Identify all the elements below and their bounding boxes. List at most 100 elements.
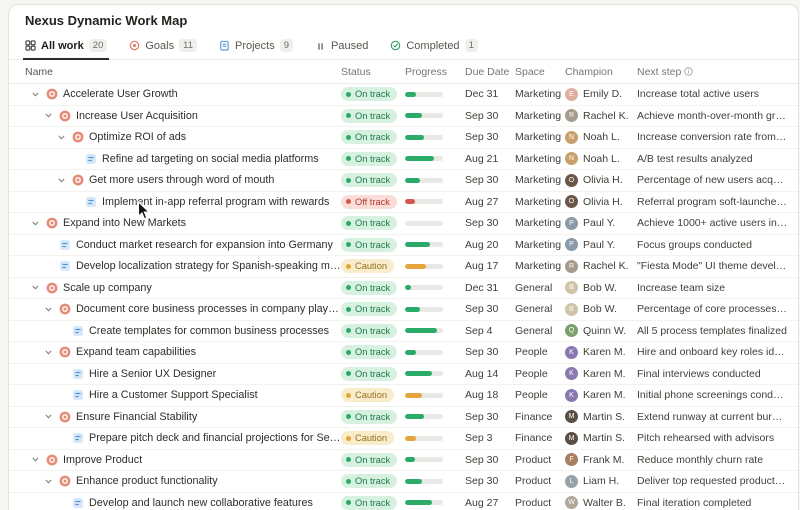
status-badge[interactable]: On track	[341, 453, 397, 467]
row-title[interactable]: Improve Product	[63, 454, 142, 466]
status-badge[interactable]: On track	[341, 302, 397, 316]
table-row[interactable]: Prepare pitch deck and financial project…	[9, 428, 798, 450]
due-date: Aug 27	[465, 196, 515, 208]
status-badge[interactable]: On track	[341, 216, 397, 230]
status-badge[interactable]: On track	[341, 173, 397, 187]
champion-name: Karen M.	[583, 368, 626, 380]
row-title[interactable]: Increase User Acquisition	[76, 110, 198, 122]
status-badge[interactable]: On track	[341, 130, 397, 144]
project-icon	[72, 432, 84, 444]
chevron-down-icon[interactable]	[56, 175, 67, 186]
tab-label: Paused	[331, 40, 368, 52]
status-cell: On track	[341, 496, 405, 510]
table-row[interactable]: Ensure Financial Stability On track Sep …	[9, 407, 798, 429]
status-badge[interactable]: Caution	[341, 259, 394, 273]
status-badge[interactable]: On track	[341, 410, 397, 424]
champion-cell: R Rachel K.	[565, 109, 637, 122]
chevron-down-icon[interactable]	[30, 89, 41, 100]
row-title[interactable]: Implement in-app referral program with r…	[102, 196, 329, 208]
tab-goals[interactable]: Goals11	[127, 36, 199, 60]
table-row[interactable]: Hire a Customer Support Specialist Cauti…	[9, 385, 798, 407]
table-row[interactable]: Implement in-app referral program with r…	[9, 192, 798, 214]
row-title[interactable]: Develop and launch new collaborative fea…	[89, 497, 313, 509]
table-row[interactable]: Conduct market research for expansion in…	[9, 235, 798, 257]
goal-icon	[59, 110, 71, 122]
row-title[interactable]: Accelerate User Growth	[63, 88, 178, 100]
avatar: Q	[565, 324, 578, 337]
status-badge[interactable]: Caution	[341, 388, 394, 402]
status-badge[interactable]: On track	[341, 109, 397, 123]
table-row[interactable]: Accelerate User Growth On track Dec 31 M…	[9, 84, 798, 106]
tab-projects[interactable]: Projects9	[217, 36, 295, 60]
row-title[interactable]: Prepare pitch deck and financial project…	[89, 432, 341, 444]
column-header-status: Status	[341, 66, 405, 78]
row-title[interactable]: Conduct market research for expansion in…	[76, 239, 333, 251]
table-row[interactable]: Scale up company On track Dec 31 General…	[9, 278, 798, 300]
progress-cell	[405, 285, 465, 290]
status-badge[interactable]: On track	[341, 281, 397, 295]
status-badge[interactable]: Caution	[341, 431, 394, 445]
champion-name: Rachel K.	[583, 260, 629, 272]
info-icon[interactable]	[684, 67, 693, 76]
status-badge[interactable]: On track	[341, 238, 397, 252]
row-title[interactable]: Expand into New Markets	[63, 217, 186, 229]
row-name-cell: Enhance product functionality	[25, 475, 341, 487]
next-step: Increase total active users	[637, 88, 788, 100]
table-row[interactable]: Enhance product functionality On track S…	[9, 471, 798, 493]
table-row[interactable]: Develop localization strategy for Spanis…	[9, 256, 798, 278]
row-title[interactable]: Enhance product functionality	[76, 475, 218, 487]
space-label: Finance	[515, 411, 565, 423]
chevron-down-icon[interactable]	[56, 132, 67, 143]
chevron-down-icon[interactable]	[43, 411, 54, 422]
row-title[interactable]: Hire a Customer Support Specialist	[89, 389, 258, 401]
due-date: Sep 30	[465, 217, 515, 229]
row-title[interactable]: Expand team capabilities	[76, 346, 196, 358]
row-title[interactable]: Create templates for common business pro…	[89, 325, 329, 337]
row-title[interactable]: Scale up company	[63, 282, 152, 294]
table-row[interactable]: Improve Product On track Sep 30 Product …	[9, 450, 798, 472]
chevron-down-icon[interactable]	[43, 347, 54, 358]
row-title[interactable]: Optimize ROI of ads	[89, 131, 186, 143]
table-row[interactable]: Create templates for common business pro…	[9, 321, 798, 343]
due-date: Sep 30	[465, 411, 515, 423]
row-title[interactable]: Develop localization strategy for Spanis…	[76, 260, 341, 272]
row-title[interactable]: Get more users through word of mouth	[89, 174, 274, 186]
status-badge[interactable]: On track	[341, 474, 397, 488]
table-row[interactable]: Document core business processes in comp…	[9, 299, 798, 321]
table-row[interactable]: Hire a Senior UX Designer On track Aug 1…	[9, 364, 798, 386]
chevron-down-icon[interactable]	[30, 454, 41, 465]
table-row[interactable]: Develop and launch new collaborative fea…	[9, 493, 798, 510]
status-badge[interactable]: On track	[341, 324, 397, 338]
table-row[interactable]: Increase User Acquisition On track Sep 3…	[9, 106, 798, 128]
tab-all-work[interactable]: All work20	[23, 36, 109, 60]
space-label: Marketing	[515, 110, 565, 122]
status-badge[interactable]: Off track	[341, 195, 397, 209]
chevron-down-icon[interactable]	[30, 282, 41, 293]
row-title[interactable]: Document core business processes in comp…	[76, 303, 341, 315]
status-badge[interactable]: On track	[341, 345, 397, 359]
status-badge[interactable]: On track	[341, 496, 397, 510]
chevron-down-icon[interactable]	[43, 110, 54, 121]
chevron-down-icon[interactable]	[30, 218, 41, 229]
row-title[interactable]: Refine ad targeting on social media plat…	[102, 153, 319, 165]
table-row[interactable]: Optimize ROI of ads On track Sep 30 Mark…	[9, 127, 798, 149]
status-dot-icon	[346, 500, 351, 505]
status-dot-icon	[346, 393, 351, 398]
table-row[interactable]: Refine ad targeting on social media plat…	[9, 149, 798, 171]
status-cell: On track	[341, 474, 405, 488]
progress-bar-fill	[405, 350, 416, 355]
status-badge[interactable]: On track	[341, 87, 397, 101]
chevron-down-icon[interactable]	[43, 476, 54, 487]
table-row[interactable]: Get more users through word of mouth On …	[9, 170, 798, 192]
tab-paused[interactable]: Paused	[313, 37, 370, 60]
progress-cell	[405, 113, 465, 118]
chevron-down-icon[interactable]	[43, 304, 54, 315]
table-row[interactable]: Expand team capabilities On track Sep 30…	[9, 342, 798, 364]
row-title[interactable]: Ensure Financial Stability	[76, 411, 197, 423]
table-row[interactable]: Expand into New Markets On track Sep 30 …	[9, 213, 798, 235]
tab-completed[interactable]: Completed1	[388, 36, 480, 60]
row-title[interactable]: Hire a Senior UX Designer	[89, 368, 216, 380]
champion-name: Paul Y.	[583, 239, 615, 251]
status-badge[interactable]: On track	[341, 152, 397, 166]
status-badge[interactable]: On track	[341, 367, 397, 381]
